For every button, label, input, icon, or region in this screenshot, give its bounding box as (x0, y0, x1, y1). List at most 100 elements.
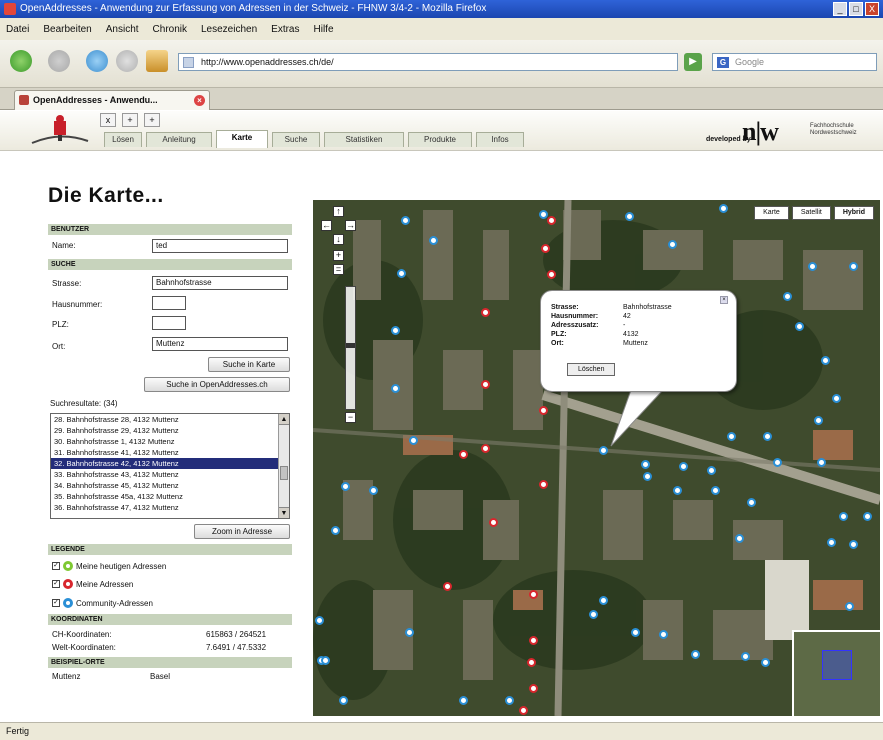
list-item[interactable]: 36. Bahnhofstrasse 47, 4132 Muttenz (51, 502, 289, 513)
tab-loesen[interactable]: Lösen (104, 132, 142, 147)
list-item[interactable]: 29. Bahnhofstrasse 29, 4132 Muttenz (51, 425, 289, 436)
community-address-marker[interactable] (409, 436, 418, 445)
menu-ansicht[interactable]: Ansicht (106, 24, 139, 35)
zoom-slider-knob[interactable] (346, 343, 355, 348)
community-address-marker[interactable] (761, 658, 770, 667)
community-address-marker[interactable] (429, 236, 438, 245)
my-address-marker[interactable] (539, 406, 548, 415)
community-address-marker[interactable] (341, 482, 350, 491)
name-field[interactable]: ted (152, 239, 288, 253)
community-address-marker[interactable] (391, 384, 400, 393)
community-address-marker[interactable] (505, 696, 514, 705)
community-address-marker[interactable] (773, 458, 782, 467)
stop-icon[interactable] (116, 50, 138, 72)
minimize-button[interactable]: _ (833, 2, 847, 16)
list-item[interactable]: 34. Bahnhofstrasse 45, 4132 Muttenz (51, 480, 289, 491)
community-address-marker[interactable] (795, 322, 804, 331)
map-type-karte[interactable]: Karte (754, 206, 789, 220)
zoom-out-icon[interactable]: − (345, 412, 356, 423)
browser-tab[interactable]: OpenAddresses - Anwendu... × (14, 90, 210, 110)
community-address-marker[interactable] (401, 216, 410, 225)
list-item[interactable]: 33. Bahnhofstrasse 43, 4132 Muttenz (51, 469, 289, 480)
map-type-hybrid[interactable]: Hybrid (833, 206, 874, 220)
community-address-marker[interactable] (315, 616, 324, 625)
community-address-marker[interactable] (849, 540, 858, 549)
community-address-marker[interactable] (727, 432, 736, 441)
my-address-marker[interactable] (443, 582, 452, 591)
community-address-marker[interactable] (817, 458, 826, 467)
menu-lesezeichen[interactable]: Lesezeichen (201, 24, 257, 35)
community-address-marker[interactable] (599, 596, 608, 605)
zoom-reset-icon[interactable]: = (333, 264, 344, 275)
ort-field[interactable]: Muttenz (152, 337, 288, 351)
back-arrow-icon[interactable] (10, 50, 32, 72)
community-address-marker[interactable] (631, 628, 640, 637)
zoom-slider[interactable] (345, 286, 356, 410)
zoom-in-icon[interactable]: + (333, 250, 344, 261)
menu-chronik[interactable]: Chronik (153, 24, 187, 35)
my-address-marker[interactable] (547, 270, 556, 279)
menu-datei[interactable]: Datei (6, 24, 29, 35)
my-address-marker[interactable] (519, 706, 528, 715)
community-address-marker[interactable] (832, 394, 841, 403)
list-item[interactable]: 35. Bahnhofstrasse 45a, 4132 Muttenz (51, 491, 289, 502)
community-address-marker[interactable] (625, 212, 634, 221)
address-bar[interactable]: http://www.openaddresses.ch/de/ (178, 53, 678, 71)
close-window-button[interactable]: X (865, 2, 879, 16)
zoom-to-address-button[interactable]: Zoom in Adresse (194, 524, 290, 539)
my-address-marker[interactable] (527, 658, 536, 667)
results-list[interactable]: 28. Bahnhofstrasse 28, 4132 Muttenz 29. … (50, 413, 290, 519)
example-place-muttenz[interactable]: Muttenz (52, 672, 80, 681)
community-address-marker[interactable] (821, 356, 830, 365)
scroll-up-icon[interactable]: ▲ (279, 414, 289, 425)
home-icon[interactable] (146, 50, 168, 72)
popup-delete-button[interactable]: Löschen (567, 363, 616, 376)
community-address-marker[interactable] (763, 432, 772, 441)
legend-checkbox[interactable]: ✓ (52, 599, 60, 607)
community-address-marker[interactable] (827, 538, 836, 547)
site-small-button-3[interactable]: + (144, 113, 160, 127)
map-view[interactable]: ↑ ← → ↓ + = − Karte Satellit Hybrid × St… (313, 200, 880, 716)
community-address-marker[interactable] (643, 472, 652, 481)
legend-checkbox[interactable]: ✓ (52, 562, 60, 570)
tab-infos[interactable]: Infos (476, 132, 524, 147)
menu-extras[interactable]: Extras (271, 24, 299, 35)
community-address-marker[interactable] (735, 534, 744, 543)
community-address-marker[interactable] (814, 416, 823, 425)
map-type-satellit[interactable]: Satellit (791, 206, 831, 220)
my-address-marker[interactable] (547, 216, 556, 225)
my-address-marker[interactable] (529, 590, 538, 599)
my-address-marker[interactable] (529, 684, 538, 693)
tab-produkte[interactable]: Produkte (408, 132, 472, 147)
menu-hilfe[interactable]: Hilfe (314, 24, 334, 35)
community-address-marker[interactable] (369, 486, 378, 495)
pan-right-icon[interactable]: → (345, 220, 356, 231)
pan-left-icon[interactable]: ← (321, 220, 332, 231)
forward-arrow-icon[interactable] (48, 50, 70, 72)
community-address-marker[interactable] (719, 204, 728, 213)
strasse-field[interactable]: Bahnhofstrasse (152, 276, 288, 290)
list-item[interactable]: 31. Bahnhofstrasse 41, 4132 Muttenz (51, 447, 289, 458)
community-address-marker[interactable] (839, 512, 848, 521)
community-address-marker[interactable] (849, 262, 858, 271)
community-address-marker[interactable] (459, 696, 468, 705)
pan-down-icon[interactable]: ↓ (333, 234, 344, 245)
community-address-marker[interactable] (405, 628, 414, 637)
list-item[interactable]: 28. Bahnhofstrasse 28, 4132 Muttenz (51, 414, 289, 425)
site-small-button-1[interactable]: x (100, 113, 116, 127)
site-small-button-2[interactable]: + (122, 113, 138, 127)
my-address-marker[interactable] (489, 518, 498, 527)
tab-statistiken[interactable]: Statistiken (324, 132, 404, 147)
my-address-marker[interactable] (481, 444, 490, 453)
community-address-marker[interactable] (659, 630, 668, 639)
community-address-marker[interactable] (331, 526, 340, 535)
community-address-marker[interactable] (747, 498, 756, 507)
example-place-basel[interactable]: Basel (150, 672, 170, 681)
community-address-marker[interactable] (641, 460, 650, 469)
community-address-marker[interactable] (391, 326, 400, 335)
pan-up-icon[interactable]: ↑ (333, 206, 344, 217)
overview-viewport[interactable] (822, 650, 852, 680)
scroll-thumb[interactable] (280, 466, 288, 480)
my-address-marker[interactable] (541, 244, 550, 253)
community-address-marker[interactable] (673, 486, 682, 495)
